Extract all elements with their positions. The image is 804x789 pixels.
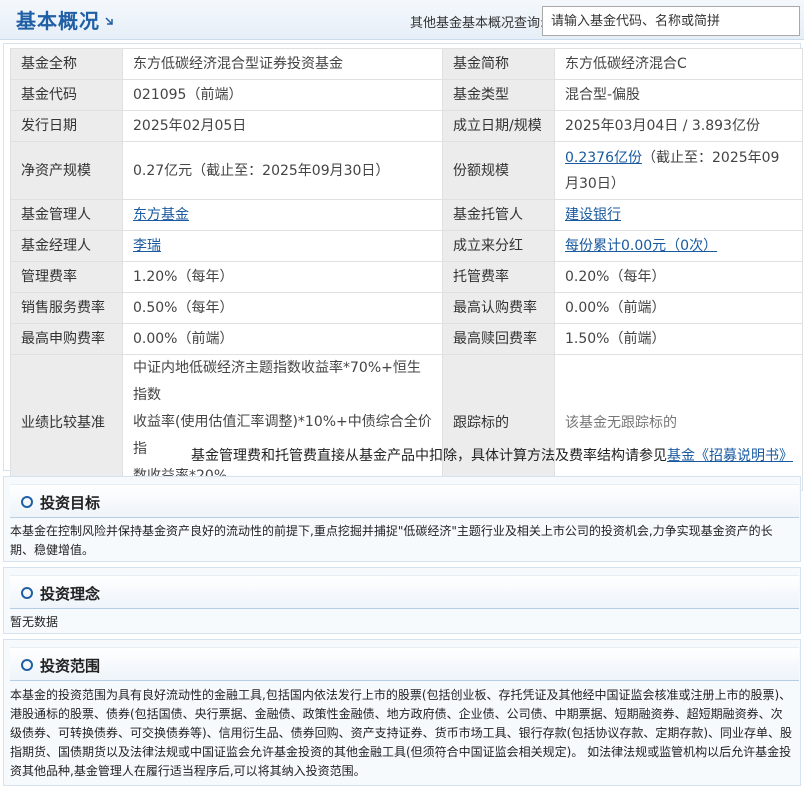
philosophy-title: 投资理念 — [40, 585, 101, 603]
scope-header: 投资范围 — [10, 647, 799, 681]
max-subscribe: 0.00%（前端） — [554, 292, 803, 324]
objective-text: 本基金在控制风险并保持基金资产良好的流动性的前提下,重点挖掘并捕捉"低碳经济"主… — [10, 524, 773, 557]
benchmark: 中证内地低碳经济主题指数收益率*70%+恒生指数 收益率(使用估值汇率调整)*1… — [122, 354, 443, 491]
fund-code-label: 基金代码 — [10, 79, 123, 111]
dividend-link[interactable]: 每份累计0.00元（0次） — [565, 238, 717, 254]
benchmark-line: 中证内地低碳经济主题指数收益率*70%+恒生指数 — [133, 360, 421, 403]
max-subscribe-label: 最高认购费率 — [442, 292, 555, 324]
table-row: 基金全称 东方低碳经济混合型证券投资基金 基金简称 东方低碳经济混合C — [10, 48, 803, 80]
manager-link[interactable]: 李瑞 — [133, 238, 161, 254]
table-row: 净资产规模 0.27亿元（截止至：2025年09月30日） 份额规模 0.237… — [10, 141, 803, 200]
philosophy-header: 投资理念 — [10, 575, 799, 609]
share-scale-label: 份额规模 — [442, 141, 555, 200]
manager-company-link[interactable]: 东方基金 — [133, 207, 189, 223]
manager-label: 基金经理人 — [10, 230, 123, 262]
overview-box: 基金全称 东方低碳经济混合型证券投资基金 基金简称 东方低碳经济混合C 基金代码… — [3, 43, 803, 491]
tracking: 该基金无跟踪标的 — [554, 354, 803, 491]
prospectus-link[interactable]: 基金《招募说明书》 — [667, 448, 793, 464]
custodian-cell: 建设银行 — [554, 199, 803, 231]
fund-info-table: 基金全称 东方低碳经济混合型证券投资基金 基金简称 东方低碳经济混合C 基金代码… — [10, 48, 803, 491]
objective-title: 投资目标 — [40, 494, 101, 512]
table-row: 基金代码 021095（前端） 基金类型 混合型-偏股 — [10, 79, 803, 111]
fund-short-name: 东方低碳经济混合C — [554, 48, 803, 80]
max-redeem-label: 最高赎回费率 — [442, 323, 555, 355]
issue-date-label: 发行日期 — [10, 110, 123, 142]
top-header: 基本概况 其他基金基本概况查询: — [0, 0, 804, 40]
table-row: 销售服务费率 0.50%（每年） 最高认购费率 0.00%（前端） — [10, 292, 803, 324]
manager-cell: 李瑞 — [122, 230, 443, 262]
table-row: 最高申购费率 0.00%（前端） 最高赎回费率 1.50%（前端） — [10, 323, 803, 355]
share-scale-link[interactable]: 0.2376亿份 — [565, 150, 642, 166]
setup-value: 2025年03月04日 / 3.893亿份 — [554, 110, 803, 142]
sales-fee: 0.50%（每年） — [122, 292, 443, 324]
fund-full-name: 东方低碳经济混合型证券投资基金 — [122, 48, 443, 80]
benchmark-label: 业绩比较基准 — [10, 354, 123, 491]
mgmt-fee: 1.20%（每年） — [122, 261, 443, 293]
scope-title: 投资范围 — [40, 657, 101, 675]
tracking-label: 跟踪标的 — [442, 354, 555, 491]
circle-bullet-icon — [21, 496, 33, 508]
circle-bullet-icon — [21, 659, 33, 671]
table-row: 基金管理人 东方基金 基金托管人 建设银行 — [10, 199, 803, 231]
fee-note: 基金管理费和托管费直接从基金产品中扣除，具体计算方法及费率结构请参见基金《招募说… — [191, 445, 793, 465]
sales-fee-label: 销售服务费率 — [10, 292, 123, 324]
search-label: 其他基金基本概况查询: — [410, 16, 545, 31]
page-title: 基本概况 — [16, 9, 100, 33]
net-assets: 0.27亿元（截止至：2025年09月30日） — [122, 141, 443, 200]
share-scale: 0.2376亿份（截止至：2025年09月30日） — [554, 141, 803, 200]
custodian-label: 基金托管人 — [442, 199, 555, 231]
objective-header: 投资目标 — [10, 484, 799, 518]
max-redeem: 1.50%（前端） — [554, 323, 803, 355]
table-row: 基金经理人 李瑞 成立来分红 每份累计0.00元（0次） — [10, 230, 803, 262]
table-row: 发行日期 2025年02月05日 成立日期/规模 2025年03月04日 / 3… — [10, 110, 803, 142]
table-row: 管理费率 1.20%（每年） 托管费率 0.20%（每年） — [10, 261, 803, 293]
fund-code: 021095（前端） — [122, 79, 443, 111]
net-assets-label: 净资产规模 — [10, 141, 123, 200]
manager-company-cell: 东方基金 — [122, 199, 443, 231]
manager-company-label: 基金管理人 — [10, 199, 123, 231]
circle-bullet-icon — [21, 587, 33, 599]
fee-note-text: 基金管理费和托管费直接从基金产品中扣除，具体计算方法及费率结构请参见 — [191, 448, 667, 464]
dividend-cell: 每份累计0.00元（0次） — [554, 230, 803, 262]
dividend-label: 成立来分红 — [442, 230, 555, 262]
fund-type-label: 基金类型 — [442, 79, 555, 111]
mgmt-fee-label: 管理费率 — [10, 261, 123, 293]
max-purchase-label: 最高申购费率 — [10, 323, 123, 355]
fund-type: 混合型-偏股 — [554, 79, 803, 111]
custody-fee: 0.20%（每年） — [554, 261, 803, 293]
setup-label: 成立日期/规模 — [442, 110, 555, 142]
philosophy-text: 暂无数据 — [10, 615, 59, 629]
scope-text: 本基金的投资范围为具有良好流动性的金融工具,包括国内依法发行上市的股票(包括创业… — [10, 688, 793, 778]
arrow-down-right-icon — [105, 17, 113, 25]
table-row: 业绩比较基准 中证内地低碳经济主题指数收益率*70%+恒生指数 收益率(使用估值… — [10, 354, 803, 491]
fund-full-name-label: 基金全称 — [10, 48, 123, 80]
issue-date: 2025年02月05日 — [122, 110, 443, 142]
fund-short-name-label: 基金简称 — [442, 48, 555, 80]
custody-fee-label: 托管费率 — [442, 261, 555, 293]
custodian-link[interactable]: 建设银行 — [565, 207, 621, 223]
fund-overview-page: 基本概况 其他基金基本概况查询: 基金全称 东方低碳经济混合型证券投资基金 基金… — [0, 0, 804, 789]
fund-search-input[interactable] — [542, 6, 800, 36]
max-purchase: 0.00%（前端） — [122, 323, 443, 355]
